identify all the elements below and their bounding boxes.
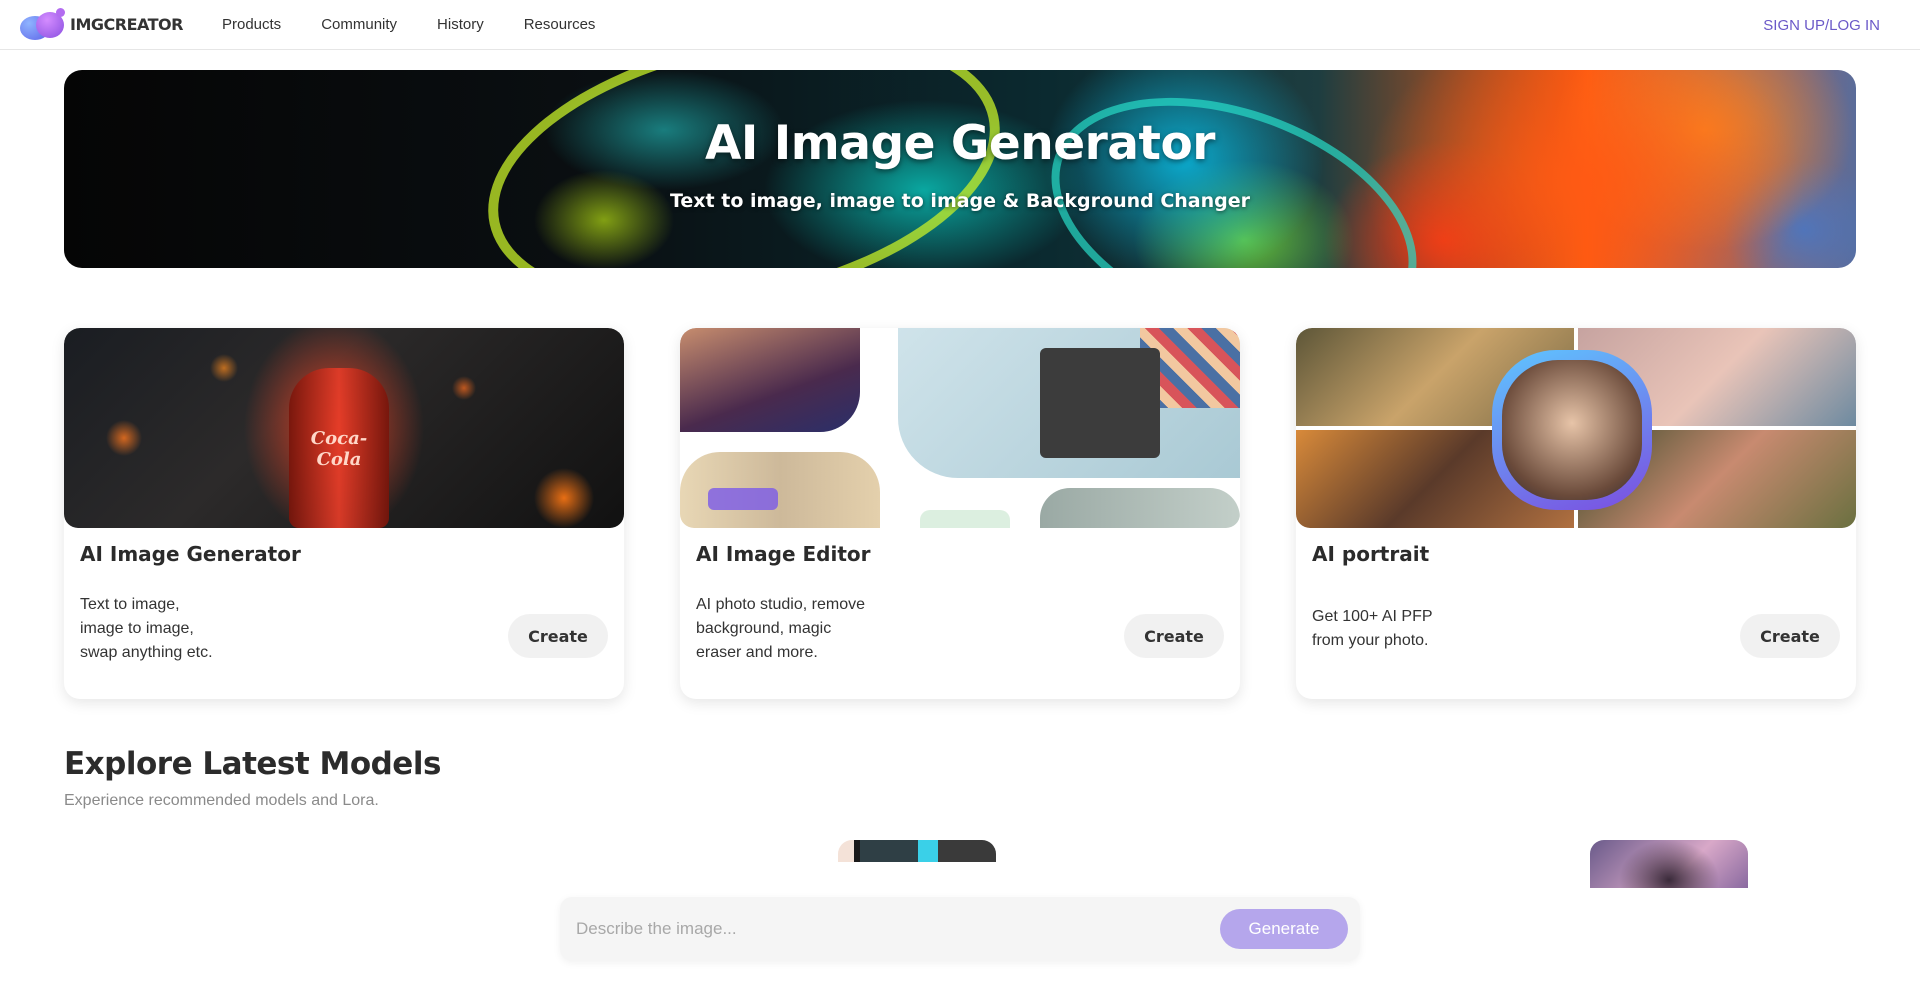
explore-section-subtitle: Experience recommended models and Lora.: [64, 792, 379, 809]
card-desc-line: from your photo.: [1312, 632, 1429, 649]
card-desc-line: Text to image,: [80, 596, 180, 613]
card-desc-line: background, magic: [696, 620, 832, 637]
cola-logo-text: Coca-Cola: [310, 428, 368, 470]
nav-link-history[interactable]: History: [437, 16, 484, 33]
brand-logo-icon: [20, 7, 66, 42]
card-image-portrait-grid: [1296, 328, 1856, 528]
nav-link-community[interactable]: Community: [321, 16, 397, 33]
nav-link-products[interactable]: Products: [222, 16, 281, 33]
card-desc-line: image to image,: [80, 620, 194, 637]
signup-login-link[interactable]: SIGN UP/LOG IN: [1763, 17, 1880, 34]
collage-fabric-photo: [1040, 488, 1240, 528]
card-title: AI Image Editor: [696, 542, 871, 566]
hero-banner: AI Image Generator Text to image, image …: [64, 70, 1856, 268]
card-ai-portrait[interactable]: AI portrait Get 100+ AI PFP from your ph…: [1296, 328, 1856, 699]
card-desc-line: Get 100+ AI PFP: [1312, 608, 1433, 625]
top-navbar: IMGCREATOR Products Community History Re…: [0, 0, 1920, 50]
card-image-editor-collage: [680, 328, 1240, 528]
card-description: AI photo studio, remove background, magi…: [696, 593, 936, 665]
explore-section-title: Explore Latest Models: [64, 746, 441, 782]
hero-subtitle: Text to image, image to image & Backgrou…: [669, 190, 1251, 212]
create-button[interactable]: Create: [508, 614, 608, 658]
model-thumbnail[interactable]: [838, 840, 996, 862]
generate-button[interactable]: Generate: [1220, 909, 1348, 949]
nav-link-resources[interactable]: Resources: [524, 16, 596, 33]
portrait-center-face: [1502, 360, 1642, 500]
prompt-bar: Generate: [560, 897, 1360, 961]
model-thumbnail[interactable]: [1590, 840, 1748, 888]
card-desc-line: swap anything etc.: [80, 644, 213, 661]
collage-coffee-machine: [1040, 348, 1160, 458]
hero-title: AI Image Generator: [705, 116, 1215, 171]
card-title: AI portrait: [1312, 542, 1430, 566]
brand-name: IMGCREATOR: [70, 15, 183, 34]
card-desc-line: AI photo studio, remove: [696, 596, 865, 613]
collage-woman-photo: [680, 328, 860, 432]
create-button[interactable]: Create: [1740, 614, 1840, 658]
card-ai-image-editor[interactable]: AI Image Editor AI photo studio, remove …: [680, 328, 1240, 699]
card-description: Text to image, image to image, swap anyt…: [80, 593, 320, 665]
collage-eraser-highlight: [708, 488, 778, 510]
card-title: AI Image Generator: [80, 542, 301, 566]
nav-links: Products Community History Resources: [207, 16, 620, 33]
prompt-input[interactable]: [576, 909, 1176, 949]
collage-label: [920, 510, 1010, 528]
brand-logo[interactable]: IMGCREATOR: [20, 7, 183, 42]
create-button[interactable]: Create: [1124, 614, 1224, 658]
card-desc-line: eraser and more.: [696, 644, 818, 661]
card-ai-image-generator[interactable]: Coca-Cola AI Image Generator Text to ima…: [64, 328, 624, 699]
card-image-cola-bottle: Coca-Cola: [64, 328, 624, 528]
card-description: Get 100+ AI PFP from your photo.: [1312, 605, 1552, 653]
